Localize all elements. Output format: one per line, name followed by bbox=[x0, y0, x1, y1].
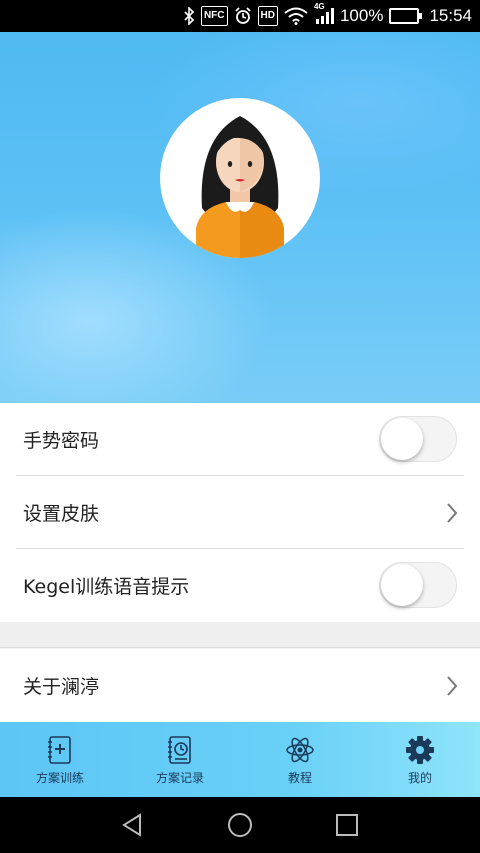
kegel-voice-toggle[interactable] bbox=[379, 562, 457, 608]
back-icon[interactable] bbox=[120, 812, 146, 838]
gesture-password-toggle[interactable] bbox=[379, 416, 457, 462]
chevron-right-icon bbox=[447, 676, 458, 696]
bottom-tab-bar: 方案训练 方案记录 教程 我的 bbox=[0, 722, 480, 797]
section-gap bbox=[0, 622, 480, 648]
profile-header bbox=[0, 32, 480, 403]
set-skin-row[interactable]: 设置皮肤 bbox=[0, 476, 480, 549]
gesture-password-row: 手势密码 bbox=[0, 403, 480, 476]
nfc-icon: NFC bbox=[200, 6, 228, 26]
tab-label: 方案记录 bbox=[155, 771, 204, 785]
set-skin-label: 设置皮肤 bbox=[23, 503, 100, 525]
network-type-label: 4G bbox=[313, 2, 325, 11]
about-section: 关于澜渟 bbox=[0, 649, 480, 722]
hd-icon: HD bbox=[257, 6, 278, 26]
settings-list: 手势密码 设置皮肤 Kegel训练语音提示 bbox=[0, 403, 480, 622]
female-avatar-icon bbox=[196, 116, 284, 258]
about-label: 关于澜渟 bbox=[23, 676, 100, 698]
home-icon[interactable] bbox=[226, 811, 254, 839]
battery-icon bbox=[389, 8, 423, 24]
about-row[interactable]: 关于澜渟 bbox=[0, 649, 480, 722]
battery-percent: 100% bbox=[339, 6, 384, 25]
alarm-icon bbox=[234, 6, 252, 26]
tab-plan-record[interactable]: 方案记录 bbox=[120, 722, 240, 797]
profile-avatar[interactable] bbox=[160, 98, 320, 258]
tab-label: 我的 bbox=[407, 771, 432, 785]
chevron-right-icon bbox=[447, 503, 458, 523]
bluetooth-icon bbox=[183, 6, 195, 26]
tab-label: 教程 bbox=[287, 771, 312, 785]
recents-icon[interactable] bbox=[334, 812, 360, 838]
tab-label: 方案训练 bbox=[35, 771, 84, 785]
toggle-knob bbox=[381, 564, 423, 606]
kegel-voice-row: Kegel训练语音提示 bbox=[0, 549, 480, 622]
plan-training-icon bbox=[48, 736, 71, 764]
signal-icon: 4G bbox=[314, 2, 334, 26]
system-nav-bar bbox=[0, 797, 480, 853]
tab-tutorial[interactable]: 教程 bbox=[240, 722, 360, 797]
status-bar: NFC HD 4G 100% 15:54 bbox=[0, 0, 480, 32]
wifi-icon bbox=[284, 6, 308, 26]
gear-icon bbox=[406, 736, 434, 764]
toggle-knob bbox=[381, 418, 423, 460]
tab-mine[interactable]: 我的 bbox=[360, 722, 480, 797]
tab-plan-training[interactable]: 方案训练 bbox=[0, 722, 120, 797]
atom-tutorial-icon bbox=[286, 737, 314, 763]
gesture-password-label: 手势密码 bbox=[23, 430, 100, 452]
kegel-voice-label: Kegel训练语音提示 bbox=[23, 576, 190, 598]
plan-record-icon bbox=[168, 736, 191, 764]
clock-time: 15:54 bbox=[429, 6, 472, 25]
